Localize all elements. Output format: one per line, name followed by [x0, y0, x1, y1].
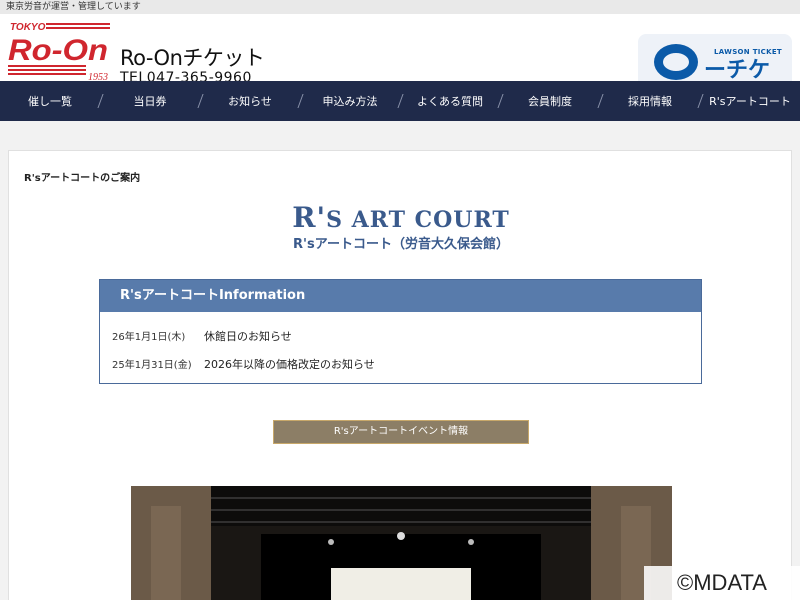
nav-item-membership[interactable]: 会員制度 — [500, 81, 600, 121]
event-info-button[interactable]: R'sアートコートイベント情報 — [273, 420, 529, 444]
nav-item-recruit[interactable]: 採用情報 — [600, 81, 700, 121]
info-row[interactable]: 25年1月31日(金) 2026年以降の価格改定のお知らせ — [112, 356, 375, 372]
site-header: TOKYO Ro-On 1953 Ro-Onチケット TEL047-365-99… — [0, 14, 800, 90]
logo-tokyo: TOKYO — [10, 22, 46, 33]
info-link[interactable]: 2026年以降の価格改定のお知らせ — [204, 356, 375, 372]
main-content: R'sアートコートのご案内 R'S ART COURT R'sアートコート（労音… — [8, 150, 792, 600]
brand-name[interactable]: Ro-Onチケット — [120, 42, 265, 72]
nav-item-events[interactable]: 催し一覧 — [0, 81, 100, 121]
info-link[interactable]: 休館日のお知らせ — [204, 328, 292, 344]
global-nav: 催し一覧 当日券 お知らせ 申込み方法 よくある質問 会員制度 採用情報 R's… — [0, 81, 800, 121]
ro-on-logo[interactable]: TOKYO Ro-On 1953 — [6, 20, 114, 88]
info-date: 26年1月1日(木) — [112, 332, 186, 343]
info-row[interactable]: 26年1月1日(木) 休館日のお知らせ — [112, 328, 292, 344]
logo-ro-on: Ro-On — [8, 34, 108, 67]
lawson-chike-text: ーチケ — [704, 58, 771, 83]
info-date: 25年1月31日(金) — [112, 360, 192, 371]
nav-item-news[interactable]: お知らせ — [200, 81, 300, 121]
info-title: R'sアートコートInformation — [100, 280, 701, 312]
venue-photo-image — [131, 486, 672, 600]
info-box: R'sアートコートInformation 26年1月1日(木) 休館日のお知らせ… — [99, 279, 702, 384]
top-bar: 東京労音が運営・管理しています — [0, 0, 800, 14]
lawson-o-icon — [654, 44, 698, 80]
venue-photo — [131, 486, 672, 600]
venue-logo-rest: S ART COURT — [326, 207, 510, 233]
nav-item-same-day[interactable]: 当日券 — [100, 81, 200, 121]
section-title: R'sアートコートのご案内 — [24, 173, 141, 184]
nav-item-how-to-apply[interactable]: 申込み方法 — [300, 81, 400, 121]
venue-logo: R'S ART COURT — [9, 201, 793, 234]
venue-logo-r: R' — [292, 201, 327, 234]
venue-name: R'sアートコート（労音大久保会館） — [293, 237, 509, 252]
watermark: ©MDATA — [644, 566, 800, 600]
top-bar-text: 東京労音が運営・管理しています — [6, 2, 141, 12]
nav-item-art-court[interactable]: R'sアートコート — [700, 81, 800, 121]
nav-item-faq[interactable]: よくある質問 — [400, 81, 500, 121]
